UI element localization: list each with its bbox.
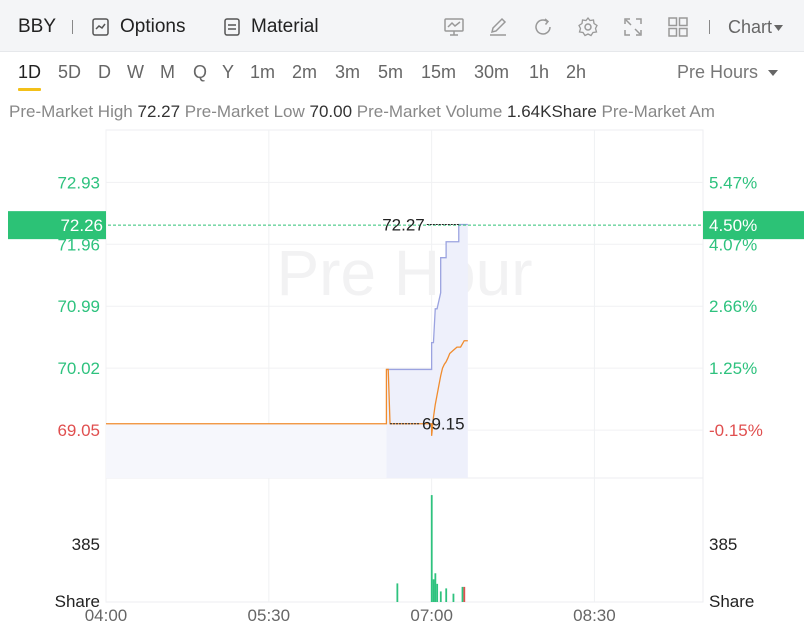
y-tick-right: -0.15% [709,421,763,440]
volume-bar [432,579,435,602]
volume-tick-right: 385 [709,535,737,554]
y-tick-left: 72.93 [57,173,100,192]
x-tick: 05:30 [248,606,291,625]
y-tick-right: 5.47% [709,173,757,192]
x-tick: 07:00 [410,606,453,625]
y-tick-right: 2.66% [709,297,757,316]
y-tick-left: 69.05 [57,421,100,440]
price-chart[interactable]: Pre Hour72.2769.1572.93 5.47%71.96 4.07%70… [0,0,804,625]
current-change-label: 4.50% [709,216,757,235]
volume-unit-right: Share [709,592,754,611]
low-annotation-label: 69.15 [422,415,465,434]
volume-bar [430,495,433,602]
volume-tick-left: 385 [72,535,100,554]
x-tick: 04:00 [85,606,128,625]
watermark: Pre Hour [276,237,532,309]
volume-bar [445,588,448,602]
y-tick-right: 1.25% [709,359,757,378]
volume-bar [434,573,437,602]
volume-bar [463,586,466,602]
high-annotation-label: 72.27 [382,216,425,235]
y-tick-left: 70.02 [57,359,100,378]
volume-bar [396,583,399,602]
volume-bar [461,586,464,602]
current-price-label: 72.26 [60,216,103,235]
plot-frame [105,129,704,603]
volume-bar [439,591,442,602]
volume-bar [436,583,439,602]
price-area [106,423,387,478]
y-tick-left: 70.99 [57,297,100,316]
volume-bar [452,593,455,602]
x-tick: 08:30 [573,606,616,625]
